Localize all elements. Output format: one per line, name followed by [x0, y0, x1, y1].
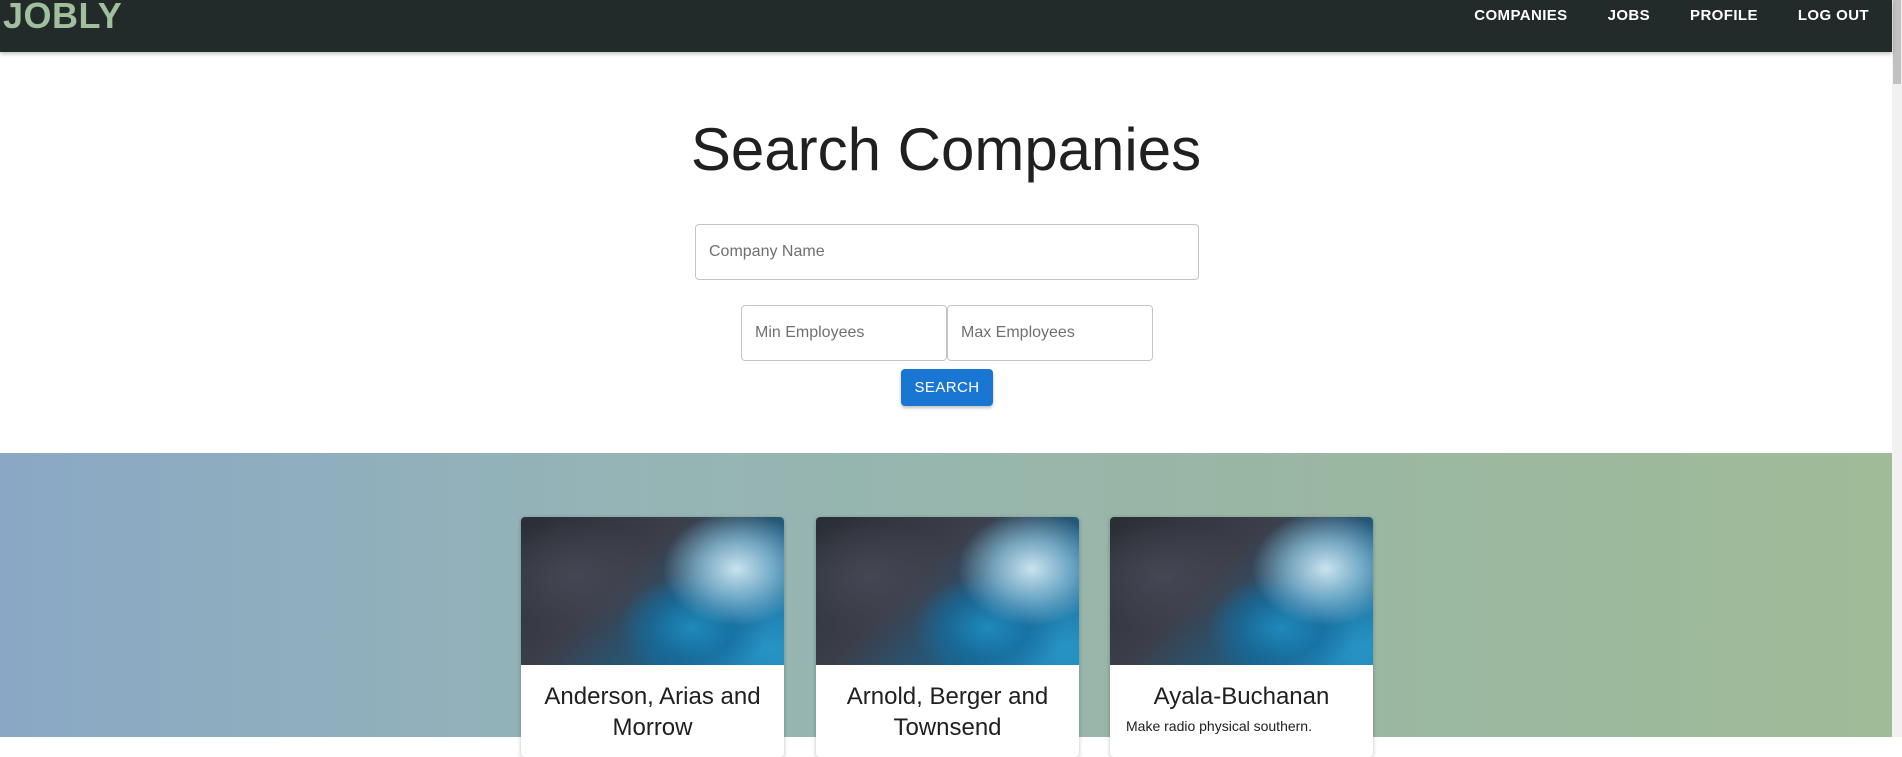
search-section: Search Companies SEARCH: [0, 52, 1892, 453]
search-button[interactable]: SEARCH: [901, 369, 993, 406]
company-results: Anderson, Arias and Morrow Arnold, Berge…: [0, 453, 1892, 757]
company-card[interactable]: Anderson, Arias and Morrow: [521, 517, 784, 757]
vertical-scrollbar[interactable]: [1892, 0, 1902, 737]
company-card-image: [816, 517, 1079, 665]
nav-link-companies[interactable]: COMPANIES: [1474, 7, 1567, 24]
page-title: Search Companies: [690, 116, 1202, 183]
brand-logo[interactable]: JOBLY: [3, 0, 122, 37]
nav-link-logout[interactable]: LOG OUT: [1798, 7, 1869, 24]
min-employees-input[interactable]: [741, 305, 947, 361]
company-card-image: [521, 517, 784, 665]
company-card-title: Anderson, Arias and Morrow: [544, 683, 761, 741]
company-card-image: [1110, 517, 1373, 665]
company-name-input[interactable]: [695, 224, 1199, 280]
scrollbar-thumb[interactable]: [1893, 0, 1901, 84]
company-card[interactable]: Ayala-Buchanan Make radio physical south…: [1110, 517, 1373, 757]
company-card[interactable]: Arnold, Berger and Townsend: [816, 517, 1079, 757]
nav-link-jobs[interactable]: JOBS: [1608, 7, 1650, 24]
company-card-description: Make radio physical southern.: [1126, 718, 1312, 734]
company-card-title: Ayala-Buchanan: [1153, 683, 1330, 710]
company-card-title: Arnold, Berger and Townsend: [846, 683, 1049, 741]
nav-links: COMPANIES JOBS PROFILE LOG OUT: [1474, 0, 1892, 30]
top-navbar: JOBLY COMPANIES JOBS PROFILE LOG OUT: [0, 0, 1892, 52]
nav-link-profile[interactable]: PROFILE: [1690, 7, 1758, 24]
max-employees-input[interactable]: [947, 305, 1153, 361]
